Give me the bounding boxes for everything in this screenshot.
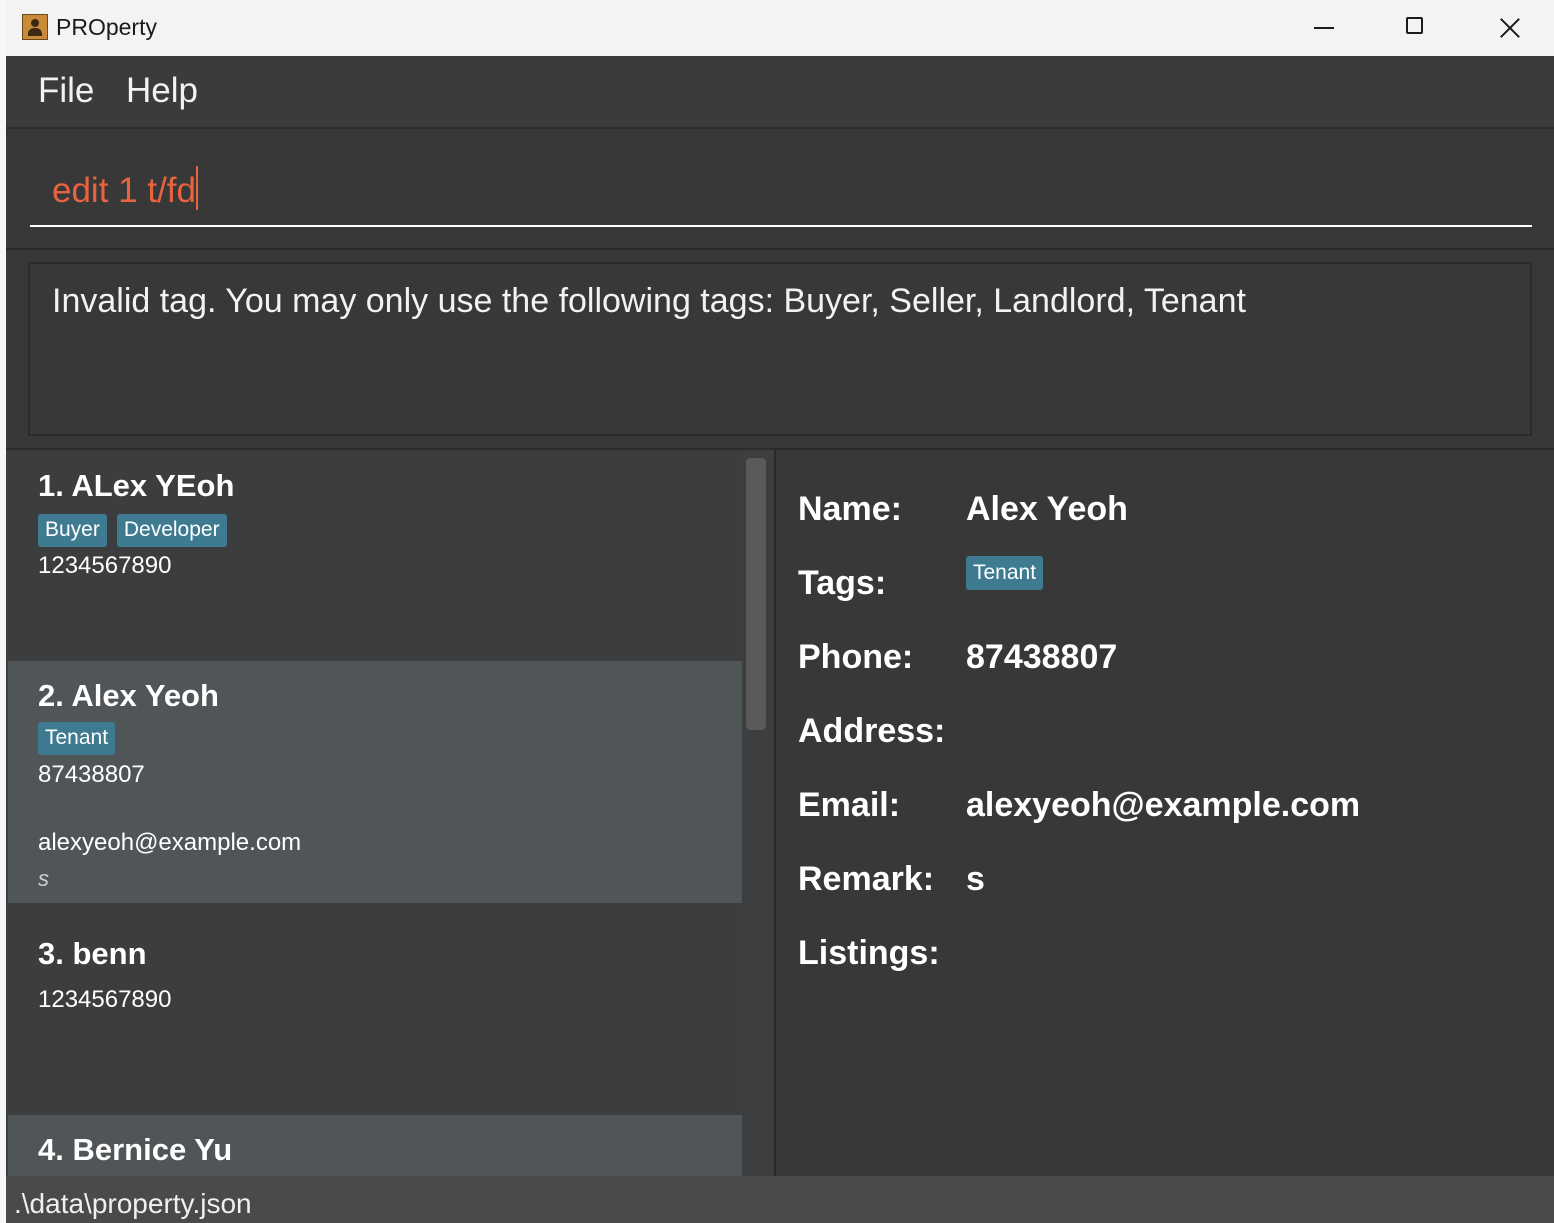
menu-file[interactable]: File: [38, 71, 94, 111]
detail-phone-label: Phone:: [798, 638, 914, 676]
menu-bar: File Help: [6, 56, 1554, 129]
person-card[interactable]: 4. Bernice Yu: [8, 1115, 742, 1176]
person-remark: s: [38, 866, 49, 891]
command-box-area: edit 1 t/fd: [6, 129, 1554, 250]
person-email: alexyeoh@example.com: [38, 829, 302, 856]
person-name: 4. Bernice Yu: [38, 1132, 233, 1167]
list-scrollbar[interactable]: [746, 458, 766, 730]
command-text: edit 1 t/fd: [52, 171, 196, 210]
app-window: PROperty File Help edit 1 t/fd Invalid t…: [6, 0, 1554, 1223]
person-card[interactable]: 3. benn 1234567890: [8, 904, 742, 1114]
window-title: PROperty: [56, 14, 157, 40]
person-name: 3. benn: [38, 936, 147, 971]
detail-tags-label: Tags:: [798, 564, 887, 602]
title-bar: PROperty: [6, 0, 1554, 56]
person-phone: 1234567890: [38, 552, 172, 579]
minimize-button[interactable]: [1278, 0, 1370, 56]
person-name: 2. Alex Yeoh: [38, 678, 219, 713]
result-message: Invalid tag. You may only use the follow…: [52, 282, 1246, 320]
app-icon: [22, 14, 48, 40]
status-bar: .\data\property.json: [6, 1176, 1554, 1223]
person-phone: 87438807: [38, 761, 145, 788]
tag-badge: Developer: [116, 514, 227, 547]
tag-row: Tenant: [38, 722, 125, 755]
result-display[interactable]: Invalid tag. You may only use the follow…: [28, 262, 1532, 436]
person-phone: 1234567890: [38, 986, 172, 1013]
detail-remark-label: Remark:: [798, 860, 935, 898]
person-detail-panel: Name: Alex Yeoh Tags: Tenant Phone: 8743…: [776, 450, 1554, 1176]
tag-badge: Buyer: [38, 514, 107, 547]
tag-badge: Tenant: [38, 722, 116, 755]
detail-name-label: Name:: [798, 490, 902, 528]
command-input[interactable]: edit 1 t/fd: [30, 161, 1532, 227]
result-display-area: Invalid tag. You may only use the follow…: [6, 250, 1554, 450]
person-list[interactable]: 1. ALex YEoh Buyer Developer 1234567890 2…: [6, 450, 776, 1176]
detail-name-value: Alex Yeoh: [966, 490, 1128, 528]
close-button[interactable]: [1462, 0, 1554, 56]
detail-address-label: Address:: [798, 712, 946, 750]
person-card[interactable]: 1. ALex YEoh Buyer Developer 1234567890: [8, 450, 742, 660]
minimize-icon: [1314, 27, 1334, 29]
person-name: 1. ALex YEoh: [38, 468, 235, 503]
maximize-button[interactable]: [1370, 0, 1462, 56]
detail-email-value: alexyeoh@example.com: [966, 786, 1361, 824]
maximize-icon: [1406, 17, 1423, 34]
detail-email-label: Email:: [798, 786, 901, 824]
detail-remark-value: s: [966, 860, 985, 898]
save-file-path: .\data\property.json: [14, 1188, 252, 1219]
detail-tag-badge: Tenant: [966, 556, 1044, 590]
menu-help[interactable]: Help: [126, 71, 198, 111]
text-caret: [195, 166, 198, 210]
detail-listings-label: Listings:: [798, 934, 940, 972]
tag-row: Buyer Developer: [38, 514, 237, 547]
detail-phone-value: 87438807: [966, 638, 1118, 676]
person-card-selected[interactable]: 2. Alex Yeoh Tenant 87438807 alexyeoh@ex…: [8, 661, 742, 903]
